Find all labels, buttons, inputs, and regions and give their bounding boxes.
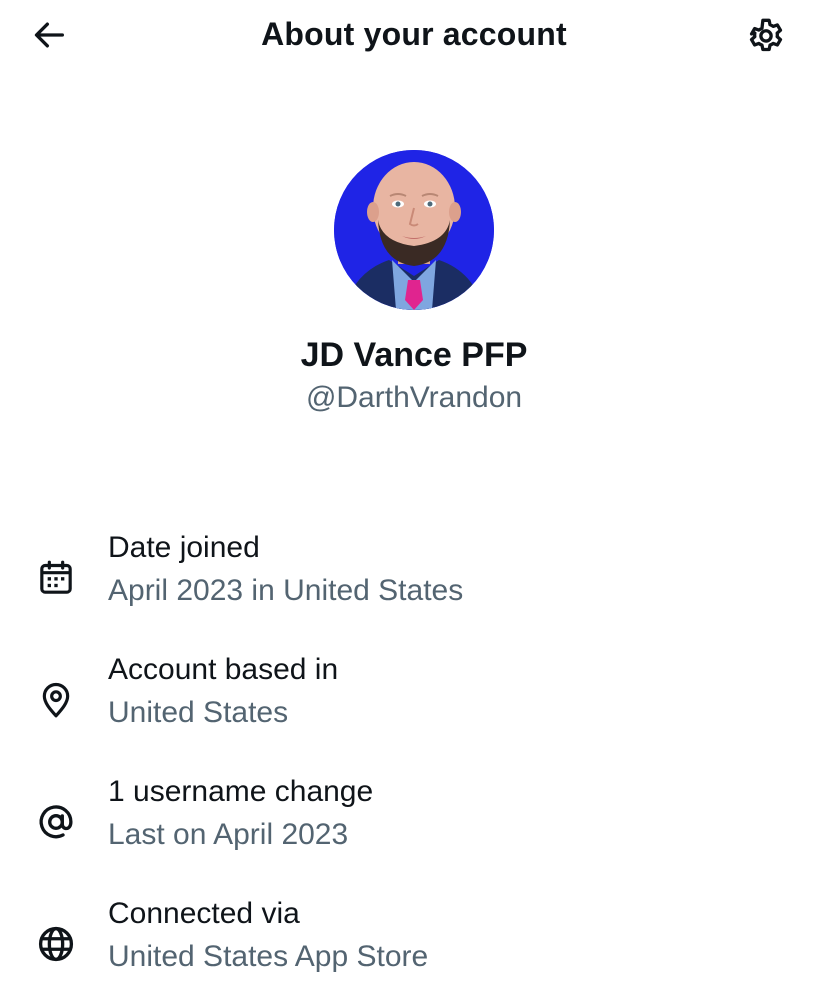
info-title: Account based in bbox=[108, 653, 339, 686]
info-row-username-change: 1 username change Last on April 2023 bbox=[0, 772, 828, 872]
info-text: Connected via United States App Store bbox=[108, 894, 808, 977]
info-subtitle: April 2023 in United States bbox=[108, 574, 464, 607]
globe-icon bbox=[34, 894, 78, 994]
gear-icon bbox=[749, 18, 783, 52]
info-text: Account based in United States bbox=[108, 650, 808, 733]
info-text: 1 username change Last on April 2023 bbox=[108, 772, 808, 855]
location-pin-icon bbox=[34, 650, 78, 750]
info-subtitle: United States App Store bbox=[108, 940, 429, 973]
info-title: Date joined bbox=[108, 531, 260, 564]
profile-photo bbox=[334, 150, 494, 310]
page-title: About your account bbox=[261, 16, 567, 52]
info-row-account-based-in: Account based in United States bbox=[0, 650, 828, 750]
about-account-screen: About your account JD Vance PFP @DarthVr… bbox=[0, 0, 828, 1004]
username-handle: @DarthVrandon bbox=[305, 381, 523, 414]
avatar[interactable] bbox=[334, 150, 494, 310]
info-text: Date joined April 2023 in United States bbox=[108, 528, 808, 611]
info-row-date-joined: Date joined April 2023 in United States bbox=[0, 528, 828, 628]
info-row-connected-via: Connected via United States App Store bbox=[0, 894, 828, 994]
info-title: Connected via bbox=[108, 897, 300, 930]
calendar-icon bbox=[34, 528, 78, 628]
info-subtitle: United States bbox=[108, 696, 289, 729]
settings-button[interactable] bbox=[742, 11, 790, 59]
at-sign-icon bbox=[34, 772, 78, 872]
info-title: 1 username change bbox=[108, 775, 374, 808]
info-subtitle: Last on April 2023 bbox=[108, 818, 349, 851]
display-name: JD Vance PFP bbox=[300, 336, 528, 374]
top-bar: About your account bbox=[0, 0, 828, 70]
